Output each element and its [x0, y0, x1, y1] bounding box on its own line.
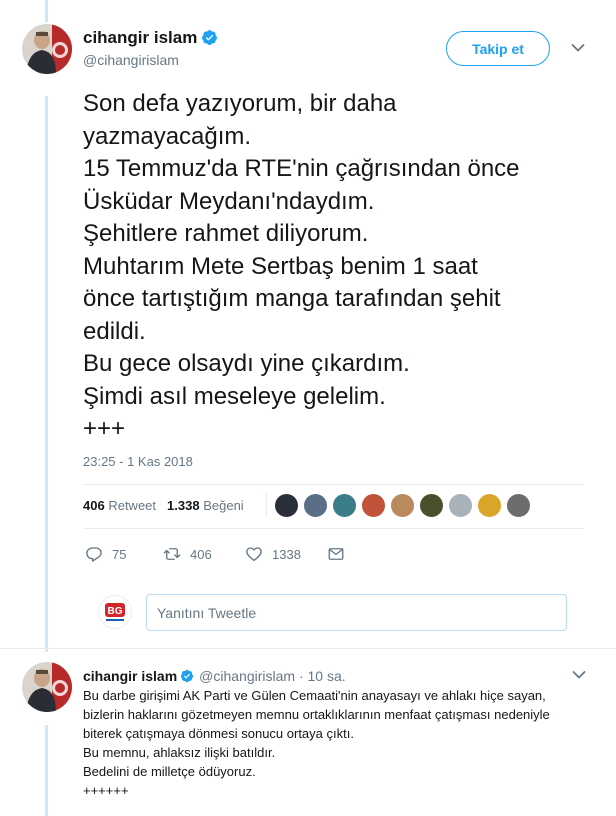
reply-author-header: cihangir islam @cihangirislam · 10 sa. — [83, 668, 346, 684]
tweet-text-line: Son defa yazıyorum, bir daha — [83, 90, 397, 117]
reply-author-handle[interactable]: @cihangirislam — [199, 668, 295, 684]
tweet-text-line: Bu gece olsaydı yine çıkardım. — [83, 350, 410, 377]
thread-line-middle — [45, 96, 48, 652]
liker-avatar-1[interactable] — [274, 493, 299, 518]
liker-avatar-4[interactable] — [361, 493, 386, 518]
tweet-text-line: +++ — [83, 415, 126, 442]
tweet-separator — [0, 648, 616, 649]
reply-author-avatar[interactable] — [22, 662, 72, 712]
reply-menu-chevron-down-icon[interactable] — [572, 670, 586, 680]
follow-button[interactable]: Takip et — [446, 31, 550, 66]
retweet-icon — [163, 548, 181, 560]
tweet-timestamp[interactable]: 23:25 - 1 Kas 2018 — [83, 454, 193, 469]
liker-avatar-7[interactable] — [448, 493, 473, 518]
liker-avatar-9[interactable] — [506, 493, 531, 518]
liker-avatar-5[interactable] — [390, 493, 415, 518]
verified-badge-icon — [202, 30, 218, 45]
retweet-count: 406 — [83, 498, 105, 513]
current-user-avatar[interactable]: BG — [98, 595, 132, 629]
tweet-text-line: Şimdi asıl meseleye gelelim. — [83, 382, 386, 410]
tweet-text-line: Üsküdar Meydanı'ndaydım. — [83, 187, 375, 215]
tweet-menu-chevron-down-icon[interactable] — [571, 43, 585, 53]
reply-tweet-text: Bu darbe girişimi AK Parti ve Gülen Cema… — [83, 686, 550, 800]
author-avatar[interactable] — [22, 24, 72, 74]
liker-avatar-3[interactable] — [332, 493, 357, 518]
current-user-avatar-text: BG — [108, 606, 123, 617]
reply-text-line: bizlerin haklarını gözetmeyen memnu orta… — [83, 707, 550, 722]
likers-separator — [266, 493, 267, 517]
liker-avatar-8[interactable] — [477, 493, 502, 518]
retweet-action-count: 406 — [190, 546, 212, 562]
liker-avatar-2[interactable] — [303, 493, 328, 518]
heart-icon — [246, 547, 262, 562]
author-name-row[interactable]: cihangir islam — [83, 28, 218, 48]
like-label: Beğeni — [203, 498, 244, 513]
like-action-count: 1338 — [272, 546, 301, 562]
tweet-text-line: Muhtarım Mete Sertbaş benim 1 saat — [83, 252, 478, 280]
reply-text-line: biterek çatışmaya dönmesi sonucu ortaya … — [83, 726, 354, 741]
like-stat[interactable]: 1.338 Beğeni — [167, 498, 244, 513]
reply-time[interactable]: · 10 sa. — [299, 668, 346, 684]
envelope-icon — [328, 548, 344, 560]
tweet-text-line: önce tartıştığım manga tarafından şehit — [83, 285, 501, 312]
author-name[interactable]: cihangir islam — [83, 28, 197, 47]
reply-input-placeholder: Yanıtını Tweetle — [157, 605, 257, 621]
verified-badge-icon — [181, 669, 194, 683]
reply-count: 75 — [112, 546, 127, 562]
retweet-stat[interactable]: 406 Retweet — [83, 498, 156, 513]
like-action[interactable]: 1338 — [245, 545, 301, 563]
tweet-stats: 406 Retweet 1.338 Beğeni — [83, 498, 244, 513]
reply-text-line: Bu darbe girişimi AK Parti ve Gülen Cema… — [83, 688, 546, 703]
tweet-text-line: 15 Temmuz'da RTE'nin çağrısından önce — [83, 155, 520, 182]
reply-text-line: Bu memnu, ahlaksız ilişki batıldır. — [83, 745, 276, 760]
thread-line-top — [45, 0, 48, 22]
retweet-label: Retweet — [108, 498, 157, 513]
reply-input[interactable]: Yanıtını Tweetle — [146, 594, 567, 631]
reply-text-line: ++++++ — [83, 783, 129, 798]
reply-icon — [86, 547, 102, 562]
reply-author-name[interactable]: cihangir islam — [83, 668, 177, 684]
reply-text-line: Bedelini de milletçe ödüyoruz. — [83, 764, 256, 779]
tweet-text-line: Şehitlere rahmet diliyorum. — [83, 220, 369, 247]
reply-action[interactable]: 75 — [85, 545, 126, 563]
tweet-text-line: edildi. — [83, 317, 146, 345]
like-count: 1.338 — [167, 498, 200, 513]
tweet-text-line: yazmayacağım. — [83, 122, 252, 150]
stats-divider-bottom — [83, 528, 583, 529]
thread-line-bottom — [45, 725, 48, 816]
liker-avatar-6[interactable] — [419, 493, 444, 518]
retweet-action[interactable]: 406 — [163, 545, 212, 563]
direct-message-action[interactable] — [327, 545, 354, 563]
author-handle[interactable]: @cihangirislam — [83, 52, 179, 68]
tweet-text: Son defa yazıyorum, bir daha yazmayacağı… — [83, 88, 603, 446]
stats-divider-top — [83, 484, 583, 485]
